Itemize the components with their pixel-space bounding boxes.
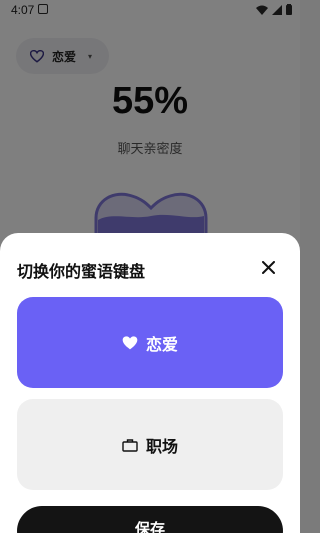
briefcase-icon <box>122 438 138 452</box>
sheet-title: 切换你的蜜语键盘 <box>17 262 146 281</box>
option-love-label: 恋爱 <box>145 334 178 354</box>
option-love[interactable]: 恋爱 <box>17 297 283 388</box>
option-work[interactable]: 职场 <box>17 399 283 490</box>
close-icon <box>261 260 275 274</box>
save-button[interactable]: 保存 <box>17 506 283 533</box>
keyboard-switch-sheet: 切换你的蜜语键盘 恋爱 职场 保存 <box>0 233 300 533</box>
heart-icon <box>122 335 138 349</box>
close-button[interactable] <box>258 257 278 277</box>
option-work-label: 职场 <box>145 436 178 456</box>
